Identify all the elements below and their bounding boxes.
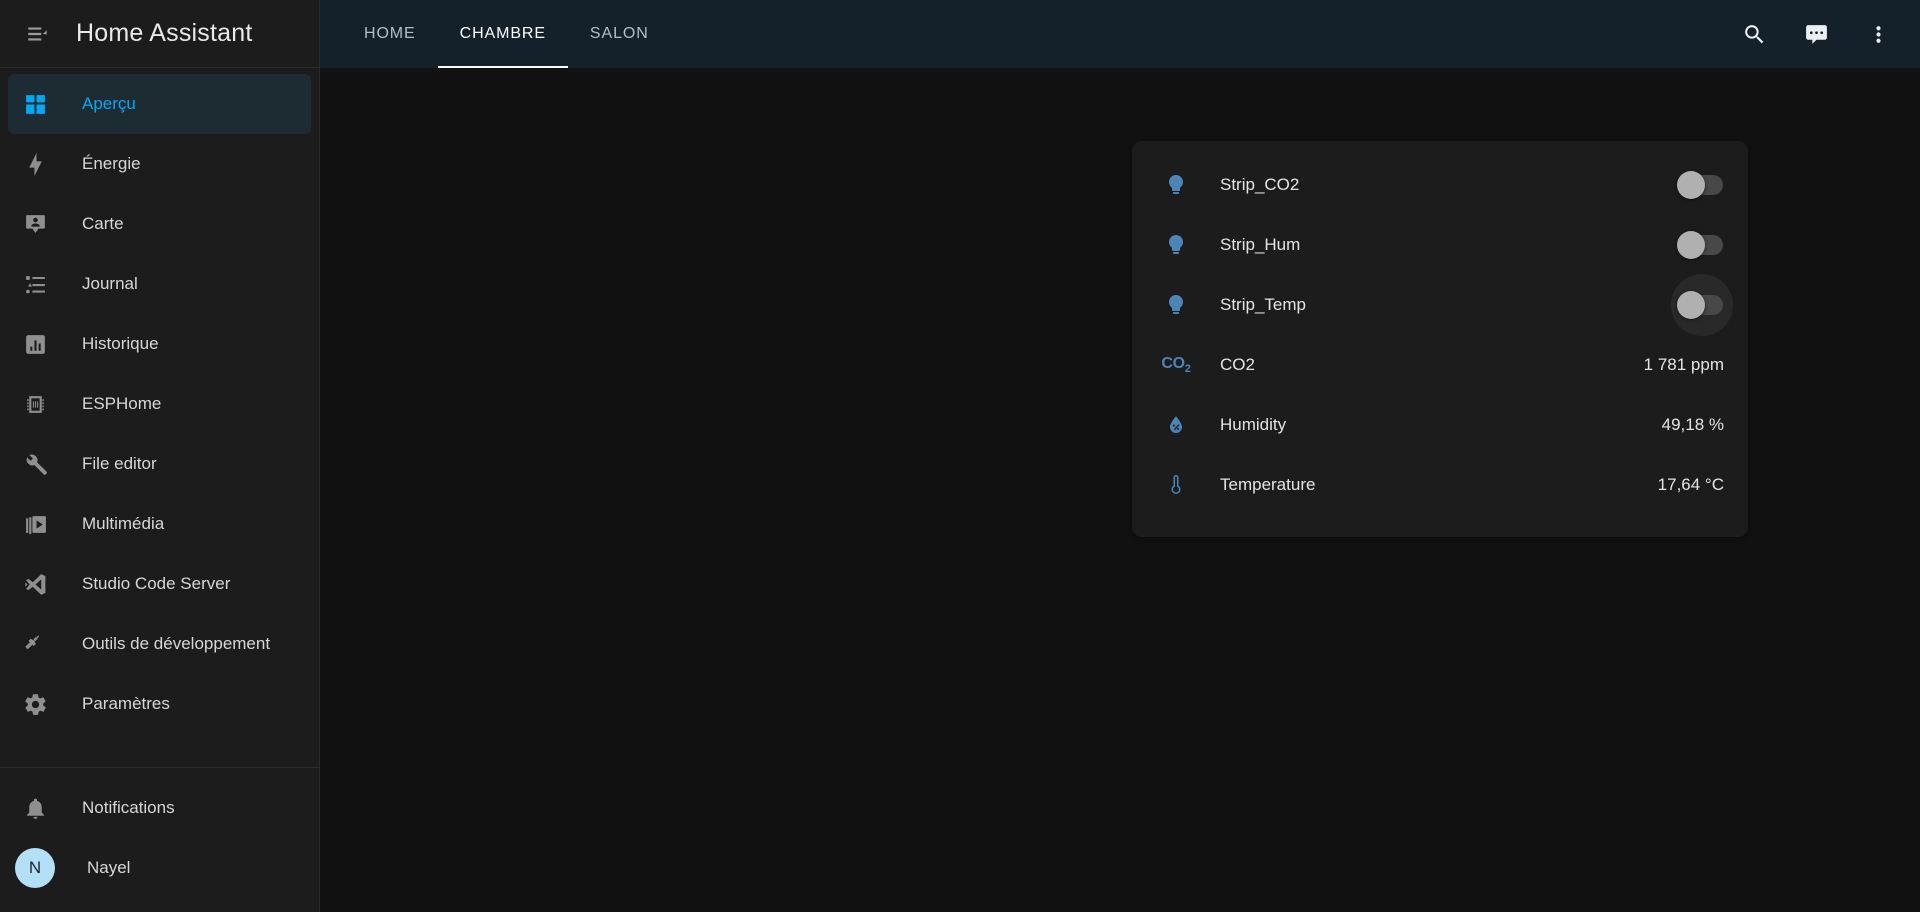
sidebar-item-label: File editor [82, 454, 157, 473]
format-list-bulleted-type-icon [20, 269, 50, 299]
co2-glyph: CO2 [1161, 354, 1191, 376]
menu-open-icon-svg [28, 27, 47, 40]
lightbulb-icon [1158, 287, 1194, 323]
entity-toggle[interactable] [1676, 279, 1728, 331]
entity-name: Humidity [1220, 415, 1287, 434]
tab-salon[interactable]: SALON [568, 0, 671, 68]
sidebar-item-esphome[interactable]: ESPHome [8, 374, 311, 434]
entity-name: Strip_Temp [1220, 295, 1306, 314]
switch-thumb [1677, 291, 1705, 319]
chart-box-icon [20, 329, 50, 359]
entity-row[interactable]: Humidity 49,18 % [1132, 395, 1748, 455]
entity-state-value: 17,64 °C [1657, 475, 1724, 494]
app-root: Home Assistant Aperçu Énergie Carte Jour… [0, 0, 1920, 912]
top-toolbar: HOME CHAMBRE SALON [320, 0, 1920, 68]
sidebar-item-label: Journal [82, 274, 138, 293]
sidebar-item-label: Notifications [82, 798, 175, 817]
tab-label: CHAMBRE [459, 25, 546, 42]
dashboard-content: Strip_CO2 Strip_Hum Strip_Temp CO2 CO2 1… [320, 68, 1920, 912]
sidebar-item-label: Studio Code Server [82, 574, 231, 593]
entity-row[interactable]: Strip_Temp [1132, 275, 1748, 335]
sidebar: Home Assistant Aperçu Énergie Carte Jour… [0, 0, 320, 912]
lightbulb-icon [1158, 227, 1194, 263]
sidebar-item-historique[interactable]: Historique [8, 314, 311, 374]
multimedia-icon [20, 509, 50, 539]
switch-thumb [1677, 171, 1705, 199]
entity-state-value: 1 781 ppm [1643, 355, 1724, 374]
hammer-icon [20, 629, 50, 659]
sidebar-item-carte[interactable]: Carte [8, 194, 311, 254]
sidebar-item-multimedia[interactable]: Multimédia [8, 494, 311, 554]
view-dashboard-icon [20, 89, 50, 119]
switch-track [1677, 291, 1723, 319]
entity-name: Temperature [1220, 475, 1316, 494]
thermometer-icon [1158, 467, 1194, 503]
water-percent-icon [1158, 407, 1194, 443]
page-title: Home Assistant [76, 19, 253, 47]
wrench-icon [20, 449, 50, 479]
main-area: HOME CHAMBRE SALON Strip_CO2 Strip_Hum S… [320, 0, 1920, 912]
tab-label: SALON [589, 25, 649, 42]
sidebar-item-label: Paramètres [82, 694, 170, 713]
entity-name: Strip_CO2 [1220, 175, 1300, 194]
sidebar-item-energie[interactable]: Énergie [8, 134, 311, 194]
sidebar-item-notifications[interactable]: Notifications [8, 778, 311, 838]
entity-state-value: 49,18 % [1661, 415, 1724, 434]
entity-toggle[interactable] [1676, 219, 1728, 271]
entity-row[interactable]: Strip_Hum [1132, 215, 1748, 275]
sidebar-item-label: Outils de développement [82, 634, 271, 653]
lightning-bolt-icon [20, 149, 50, 179]
switch-track [1677, 231, 1723, 259]
sidebar-header: Home Assistant [0, 0, 319, 68]
sidebar-item-label: Carte [82, 214, 124, 233]
menu-open-icon[interactable] [14, 10, 62, 58]
sidebar-item-label: Énergie [82, 154, 141, 173]
co2-icon: CO2 [1158, 347, 1194, 383]
entity-toggle[interactable] [1676, 159, 1728, 211]
entity-row[interactable]: Temperature 17,64 °C [1132, 455, 1748, 515]
sidebar-item-label: ESPHome [82, 394, 162, 413]
entity-name: Strip_Hum [1220, 235, 1301, 254]
switch-track [1677, 171, 1723, 199]
assist-icon[interactable] [1792, 10, 1840, 58]
entities-card: Strip_CO2 Strip_Hum Strip_Temp CO2 CO2 1… [1132, 141, 1748, 537]
sidebar-item-file-editor[interactable]: File editor [8, 434, 311, 494]
sidebar-nav-list: Aperçu Énergie Carte Journal Historique … [0, 68, 319, 767]
sidebar-footer: Notifications N Nayel [0, 767, 319, 912]
sidebar-item-label: Multimédia [82, 514, 165, 533]
view-tabs: HOME CHAMBRE SALON [342, 0, 671, 68]
user-name-label: Nayel [87, 858, 131, 877]
bell-icon [20, 793, 50, 823]
sidebar-item-journal[interactable]: Journal [8, 254, 311, 314]
sidebar-item-outils-de-developpement[interactable]: Outils de développement [8, 614, 311, 674]
entity-name: CO2 [1220, 355, 1255, 374]
cog-icon [20, 689, 50, 719]
avatar: N [15, 848, 55, 888]
sidebar-item-label: Historique [82, 334, 159, 353]
lightbulb-icon [1158, 167, 1194, 203]
entity-row[interactable]: Strip_CO2 [1132, 155, 1748, 215]
entity-row[interactable]: CO2 CO2 1 781 ppm [1132, 335, 1748, 395]
chip-icon [20, 389, 50, 419]
tab-home[interactable]: HOME [342, 0, 438, 68]
vscode-icon [20, 569, 50, 599]
sidebar-item-label: Aperçu [82, 94, 136, 113]
overflow-menu-icon[interactable] [1854, 10, 1902, 58]
sidebar-item-parametres[interactable]: Paramètres [8, 674, 311, 734]
tab-chambre[interactable]: CHAMBRE [437, 0, 569, 68]
tab-label: HOME [364, 25, 416, 42]
map-marker-account-icon [20, 209, 50, 239]
sidebar-item-apercu[interactable]: Aperçu [8, 74, 311, 134]
switch-thumb [1677, 231, 1705, 259]
sidebar-item-user-profile[interactable]: N Nayel [8, 838, 311, 898]
sidebar-item-studio-code-server[interactable]: Studio Code Server [8, 554, 311, 614]
toolbar-actions [1730, 0, 1902, 68]
search-icon[interactable] [1730, 10, 1778, 58]
